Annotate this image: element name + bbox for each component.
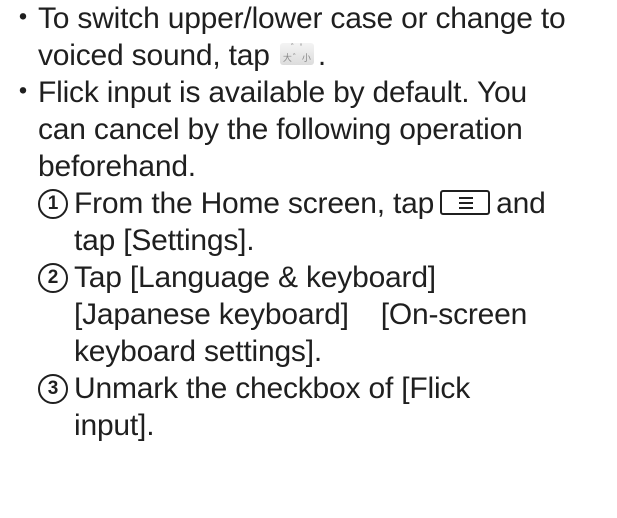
bullet-1-period: . xyxy=(317,39,327,72)
bullet-marker: ・ xyxy=(8,76,38,109)
bullet-2-line-3: beforehand. xyxy=(38,150,196,183)
step-1-text-a: From the Home screen, tap xyxy=(74,187,435,220)
step-3-number: 3 xyxy=(38,374,68,404)
step-2-line-2: [Japanese keyboard] [On-screen xyxy=(74,296,527,333)
menu-key-icon xyxy=(440,189,491,215)
step-2-number: 2 xyxy=(38,263,68,293)
step-2-text-b: [On-screen xyxy=(380,298,528,331)
step-2-line-1: Tap [Language & keyboard] xyxy=(74,261,436,294)
bullet-2-line-1: Flick input is available by default. You xyxy=(38,76,527,109)
step-3-line-1: Unmark the checkbox of [Flick xyxy=(74,372,471,405)
step-3-line-2: input]. xyxy=(74,409,155,442)
bullet-1-text: voiced sound, tap xyxy=(38,39,270,72)
step-2-line-3: keyboard settings]. xyxy=(74,335,323,368)
step-1-number: 1 xyxy=(38,189,68,219)
instruction-page: ・ To switch upper/lower case or change t… xyxy=(0,0,617,518)
step-1-line-1: From the Home screen, tap and xyxy=(74,185,546,222)
step-2-text-a: [Japanese keyboard] xyxy=(74,298,349,331)
bullet-1-line-2: voiced sound, tap 大 ゛ 小 ゛゜ . xyxy=(38,37,326,74)
bullet-1-line-1: To switch upper/lower case or change to xyxy=(38,2,566,35)
bullet-marker: ・ xyxy=(8,2,38,35)
bullet-2-line-2: can cancel by the following operation xyxy=(38,113,523,146)
step-1-line-2: tap [Settings]. xyxy=(74,224,255,257)
case-voiced-toggle-key-icon: 大 ゛ 小 ゛゜ xyxy=(279,43,314,66)
step-1-text-b: and xyxy=(496,187,546,220)
